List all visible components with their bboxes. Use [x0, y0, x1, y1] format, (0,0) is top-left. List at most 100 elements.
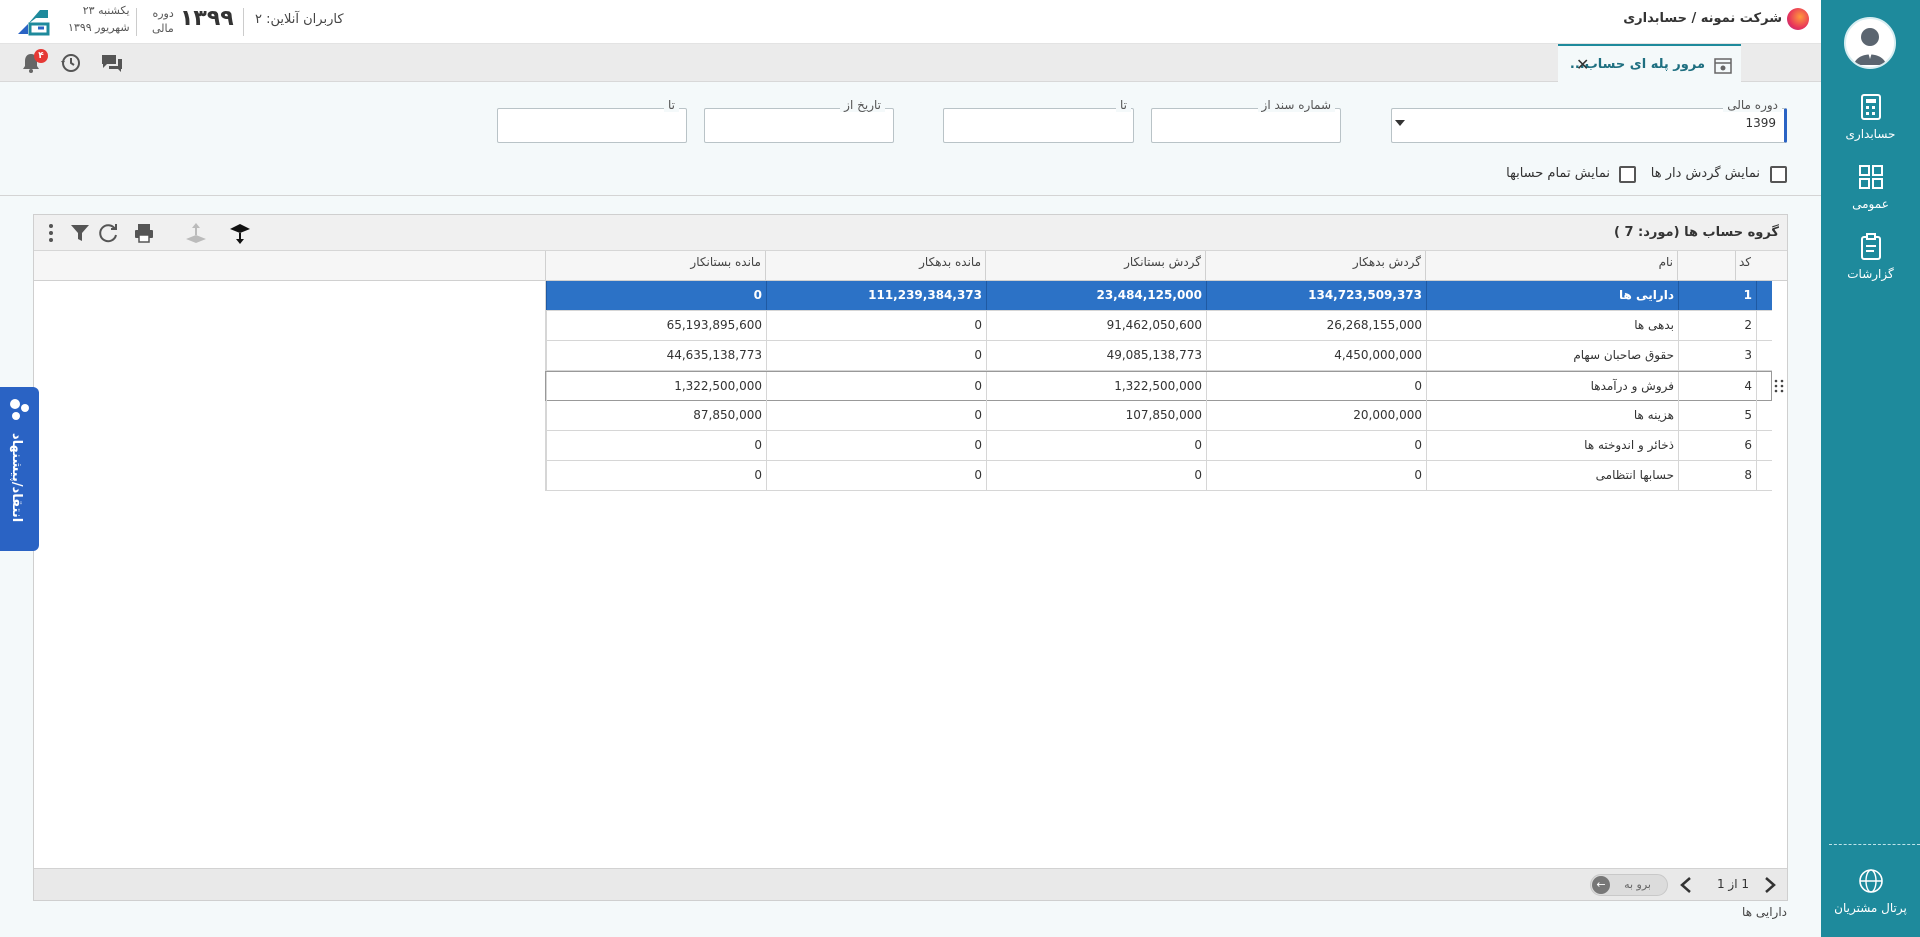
fiscal-label-line: دوره [152, 7, 174, 20]
cell-debit-turnover: 0 [1206, 372, 1426, 401]
cell-debit-turnover: 134,723,509,373 [1206, 281, 1426, 310]
table-row[interactable]: 3 حقوق صاحبان سهام 4,450,000,000 49,085,138… [545, 341, 1772, 371]
chevron-left-icon[interactable] [1679, 877, 1693, 893]
cell-credit-turnover: 1,322,500,000 [986, 372, 1206, 401]
column-header-debit-balance[interactable]: مانده بدهکار [765, 251, 985, 281]
reports-icon [1860, 233, 1881, 260]
cell-credit-turnover: 91,462,050,600 [986, 311, 1206, 340]
column-header-debit-turnover[interactable]: گردش بدهکار [1205, 251, 1425, 281]
tab-label: مرور پله ای حساب... [1569, 57, 1705, 72]
cell-debit-balance: 0 [766, 372, 986, 401]
table-row[interactable]: 6 ذخائر و اندوخته ها 0 0 0 0 [545, 431, 1772, 461]
fiscal-period-label: دوره مالی [1723, 98, 1782, 112]
expand-level-icon[interactable] [228, 221, 252, 245]
chevron-right-icon[interactable] [1763, 877, 1777, 893]
sidebar-item-label: گزارشات [1847, 267, 1894, 281]
column-header-code[interactable]: کد [1735, 251, 1755, 281]
feedback-icon [10, 399, 29, 420]
sidebar-divider [1829, 844, 1920, 845]
brand-logo [1787, 8, 1809, 30]
cell-name: حسابها انتظامی [1426, 461, 1678, 490]
show-all-accounts-label: نمایش تمام حسابها [1506, 166, 1610, 181]
cell-debit-balance: 0 [766, 431, 986, 460]
sidebar-item-general[interactable]: عمومی [1821, 163, 1920, 211]
grid-count: (مورد: 7 ) [1614, 225, 1680, 240]
cell-debit-turnover: 0 [1206, 431, 1426, 460]
company-logo [18, 10, 50, 36]
fiscal-year: ۱۳۹۹ [180, 6, 234, 31]
print-icon[interactable] [132, 221, 156, 245]
cell-credit-balance: 0 [546, 281, 766, 310]
show-turnover-checkbox[interactable] [1770, 166, 1787, 183]
row-drag-cell [1756, 311, 1773, 340]
cell-name: ذخائر و اندوخته ها [1426, 431, 1678, 460]
date-line: یکشنبه ۲۳ [82, 4, 130, 17]
more-vertical-icon[interactable] [39, 221, 63, 245]
row-drag-cell [1756, 341, 1773, 370]
cell-credit-balance: 65,193,895,600 [546, 311, 766, 340]
collapse-level-icon[interactable] [184, 221, 208, 245]
date-from-input[interactable] [704, 108, 894, 143]
tab-bar: مرور پله ای حساب... ✕ [0, 44, 1821, 82]
column-header-credit-balance[interactable]: مانده بستانکار [545, 251, 765, 281]
cell-debit-turnover: 4,450,000,000 [1206, 341, 1426, 370]
fiscal-label-line: مالی [152, 22, 174, 35]
table-row[interactable]: 8 حسابها انتظامی 0 0 0 0 [545, 461, 1772, 491]
show-all-accounts-checkbox[interactable] [1619, 166, 1636, 183]
doc-from-label: شماره سند از [1257, 98, 1335, 112]
cell-credit-turnover: 49,085,138,773 [986, 341, 1206, 370]
row-drag-cell [1756, 372, 1773, 401]
current-date: یکشنبه ۲۳ شهریور ۱۳۹۹ [68, 2, 130, 36]
column-header-credit-turnover[interactable]: گردش بستانکار [985, 251, 1205, 281]
feedback-button[interactable]: انتقاد/پیشنهاد [0, 387, 39, 551]
cell-credit-balance: 0 [546, 431, 766, 460]
chat-icon[interactable] [100, 52, 124, 74]
app-root: حسابداری عمومی گزارشات پرتال مشتریان شرک… [0, 0, 1920, 937]
page-indicator: 1 از 1 [1716, 877, 1749, 891]
cell-credit-turnover: 0 [986, 461, 1206, 490]
arrow-left-icon[interactable]: ← [1592, 876, 1610, 894]
goto-page-input[interactable]: برو به ← [1590, 874, 1668, 896]
grid-header-row: کد نام گردش بدهکار گردش بستانکار مانده ب… [34, 251, 1787, 281]
sidebar-item-reports[interactable]: گزارشات [1821, 233, 1920, 281]
cell-code: 1 [1743, 288, 1752, 302]
column-header-name[interactable]: نام [1425, 251, 1677, 281]
history-icon[interactable] [59, 52, 83, 74]
refresh-icon[interactable] [96, 221, 120, 245]
fiscal-year-label: دوره مالی [152, 6, 174, 36]
cell-name: دارایی ها [1426, 281, 1678, 310]
cell-debit-balance: 111,239,384,373 [766, 281, 986, 310]
table-row[interactable]: 2 بدهی ها 26,268,155,000 91,462,050,600 0 65,… [545, 311, 1772, 341]
cell-credit-turnover: 23,484,125,000 [986, 281, 1206, 310]
doc-from-input[interactable] [1151, 108, 1341, 143]
sidebar-item-accounting[interactable]: حسابداری [1821, 93, 1920, 141]
drag-handle-icon[interactable] [1774, 378, 1784, 394]
cell-debit-turnover: 26,268,155,000 [1206, 311, 1426, 340]
customer-portal-label: پرتال مشتریان [1834, 901, 1907, 915]
header-divider [136, 8, 137, 36]
row-drag-cell [1756, 431, 1773, 460]
cell-code: 3 [1744, 348, 1752, 362]
sidebar-item-label: عمومی [1852, 197, 1889, 211]
fiscal-period-value: 1399 [1745, 116, 1776, 130]
filter-icon[interactable] [68, 221, 92, 245]
table-row[interactable]: 1 دارایی ها 134,723,509,373 23,484,125,000 1… [545, 281, 1772, 311]
table-row[interactable]: 5 هزینه ها 20,000,000 107,850,000 0 87,850,00… [545, 401, 1772, 431]
date-to-input[interactable] [497, 108, 687, 143]
section-divider [0, 195, 1821, 196]
cell-credit-balance: 44,635,138,773 [546, 341, 766, 370]
table-row[interactable]: 4 فروش و درآمدها 0 1,322,500,000 0 1,322,500,… [545, 371, 1784, 401]
ledger-icon [1714, 58, 1732, 74]
globe-icon [1858, 869, 1883, 893]
customer-portal-link[interactable]: پرتال مشتریان [1821, 867, 1920, 915]
tab-account-browse[interactable]: مرور پله ای حساب... ✕ [1558, 44, 1741, 82]
doc-to-input[interactable] [943, 108, 1134, 143]
user-avatar[interactable] [1844, 17, 1896, 69]
fiscal-period-select[interactable] [1391, 108, 1787, 143]
cell-debit-turnover: 20,000,000 [1206, 401, 1426, 430]
accounting-icon [1860, 94, 1881, 120]
chevron-down-icon[interactable] [1395, 120, 1405, 126]
close-icon[interactable]: ✕ [1576, 55, 1589, 74]
grid-toolbar: گروه حساب ها (مورد: 7 ) [34, 215, 1787, 251]
grid-pager: 1 از 1 برو به ← [34, 868, 1787, 900]
